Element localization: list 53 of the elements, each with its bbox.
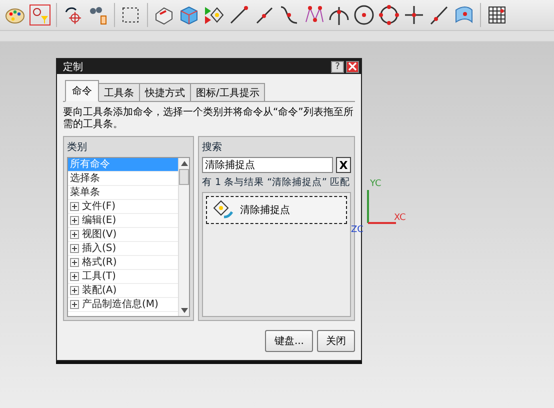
instruction-text: 要向工具条添加命令，选择一个类别并将命令从“命令”列表拖至所需的工具条。: [63, 107, 354, 131]
expand-icon[interactable]: [70, 286, 79, 295]
category-item[interactable]: 选择条: [68, 172, 178, 186]
expand-icon[interactable]: [70, 272, 79, 281]
expand-icon[interactable]: [70, 230, 79, 239]
category-item[interactable]: 产品制造信息(M): [68, 298, 178, 312]
binoculars-icon[interactable]: [87, 4, 109, 26]
intersection-point-icon[interactable]: [328, 4, 350, 26]
crosshair-filter-icon[interactable]: [29, 4, 51, 26]
command-item[interactable]: 清除捕捉点: [206, 196, 347, 224]
help-button[interactable]: ?: [331, 60, 344, 72]
tab[interactable]: 命令: [65, 80, 99, 102]
category-item[interactable]: 菜单条: [68, 186, 178, 200]
results-summary: 有 1 条与结果 “清除捕捉点” 匹配: [202, 176, 351, 189]
scroll-up-icon[interactable]: [180, 161, 188, 166]
expand-icon[interactable]: [70, 300, 79, 309]
scrollbar[interactable]: [178, 158, 189, 316]
category-item[interactable]: 装配(A): [68, 284, 178, 298]
expand-icon[interactable]: [70, 216, 79, 225]
category-item[interactable]: 编辑(E): [68, 214, 178, 228]
scroll-down-icon[interactable]: [180, 308, 188, 313]
scroll-thumb[interactable]: [179, 169, 189, 185]
category-item[interactable]: 插入(S): [68, 242, 178, 256]
snap-point-icon[interactable]: [203, 4, 225, 26]
tab[interactable]: 图标/工具提示: [190, 83, 266, 101]
category-item[interactable]: 文件(F): [68, 200, 178, 214]
circle-center-icon[interactable]: [353, 4, 375, 26]
category-item[interactable]: 视图(V): [68, 228, 178, 242]
curve-point-icon[interactable]: [278, 4, 300, 26]
tab[interactable]: 快捷方式: [139, 83, 191, 101]
panel-heading: 类别: [67, 140, 88, 154]
close-icon: [348, 62, 357, 70]
dialog-button[interactable]: 关闭: [317, 330, 355, 352]
category-item[interactable]: 工具(T): [68, 270, 178, 284]
expand-icon[interactable]: [70, 244, 79, 253]
grid-icon[interactable]: [486, 4, 508, 26]
cross-point-icon[interactable]: [403, 4, 425, 26]
snap-point-icon: [212, 200, 234, 220]
category-item[interactable]: 格式(R): [68, 256, 178, 270]
close-button[interactable]: [346, 60, 359, 72]
tab[interactable]: 工具条: [98, 83, 140, 101]
expand-icon[interactable]: [70, 202, 79, 211]
line-endpoint-icon[interactable]: [228, 4, 250, 26]
dialog-button[interactable]: 键盘...: [265, 330, 313, 352]
surface-point-icon[interactable]: [453, 4, 475, 26]
dialog-title: 定制: [63, 60, 84, 74]
cube-icon[interactable]: [178, 4, 200, 26]
quadrant-points-icon[interactable]: [378, 4, 400, 26]
point-on-line-icon[interactable]: [428, 4, 450, 26]
search-field[interactable]: 清除捕捉点: [202, 157, 333, 173]
panel-heading: 搜索: [202, 140, 223, 154]
clear-search-button[interactable]: X: [336, 157, 351, 173]
expand-icon[interactable]: [70, 258, 79, 267]
